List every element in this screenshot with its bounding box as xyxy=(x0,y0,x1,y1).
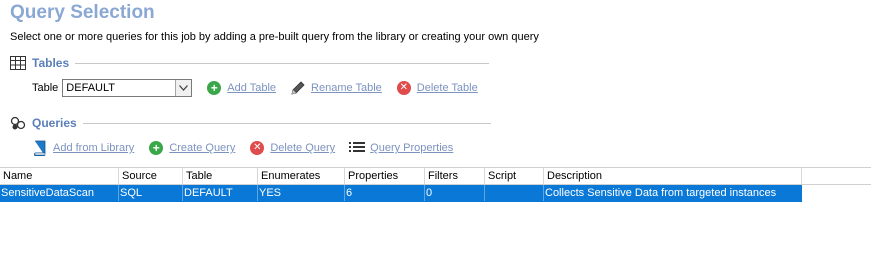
cell-source: SQL xyxy=(119,185,183,201)
section-divider xyxy=(82,122,491,124)
cell-table: DEFAULT xyxy=(183,185,258,201)
pencil-icon xyxy=(290,80,306,96)
grid-header: Name Source Table Enumerates Properties … xyxy=(0,167,871,185)
queries-heading: Queries xyxy=(32,116,77,130)
column-header-table[interactable]: Table xyxy=(183,168,258,184)
column-header-source[interactable]: Source xyxy=(119,168,183,184)
cell-properties: 6 xyxy=(345,185,425,201)
add-from-library-label: Add from Library xyxy=(53,142,135,154)
queries-icon xyxy=(10,115,26,131)
column-header-filler xyxy=(802,168,871,184)
section-divider xyxy=(75,62,490,64)
add-from-library-button[interactable]: Add from Library xyxy=(32,140,134,156)
table-select[interactable]: DEFAULT xyxy=(62,78,193,97)
query-grid: Name Source Table Enumerates Properties … xyxy=(0,167,871,202)
create-query-button[interactable]: + Create Query xyxy=(148,140,235,156)
column-header-script[interactable]: Script xyxy=(485,168,544,184)
table-grid-icon xyxy=(10,55,26,71)
page-title: Query Selection xyxy=(10,2,155,23)
column-header-enumerates[interactable]: Enumerates xyxy=(258,168,345,184)
rename-table-button[interactable]: Rename Table xyxy=(290,80,382,96)
delete-query-label: Delete Query xyxy=(270,142,336,154)
table-controls: Table DEFAULT + Add Table Rename Table ✕… xyxy=(32,77,478,98)
rename-table-label: Rename Table xyxy=(311,81,382,94)
delete-table-label: Delete Table xyxy=(416,81,478,94)
query-actions: Add from Library + Create Query ✕ Delete… xyxy=(32,139,453,157)
tables-heading: Tables xyxy=(32,56,70,70)
cell-description: Collects Sensitive Data from targeted in… xyxy=(545,187,777,199)
table-label: Table xyxy=(32,81,59,94)
create-query-label: Create Query xyxy=(169,142,236,154)
table-select-value: DEFAULT xyxy=(66,81,115,94)
column-header-filters[interactable]: Filters xyxy=(425,168,485,184)
cell-script xyxy=(485,185,544,201)
chevron-down-icon[interactable] xyxy=(175,79,192,96)
delete-table-button[interactable]: ✕ Delete Table xyxy=(396,80,478,96)
column-header-description[interactable]: Description xyxy=(544,168,802,184)
close-circle-icon: ✕ xyxy=(396,80,412,96)
column-header-name[interactable]: Name xyxy=(0,168,119,184)
table-row[interactable]: SensitiveDataScan SQL DEFAULT YES 6 0 Co… xyxy=(0,185,802,202)
delete-query-button[interactable]: ✕ Delete Query xyxy=(249,140,335,156)
queries-section-header: Queries xyxy=(10,115,491,131)
cell-name: SensitiveDataScan xyxy=(0,185,119,201)
plus-circle-icon: + xyxy=(148,140,164,156)
add-table-button[interactable]: + Add Table xyxy=(206,80,276,96)
page-subtitle: Select one or more queries for this job … xyxy=(10,31,539,43)
list-icon xyxy=(349,140,366,156)
column-header-properties[interactable]: Properties xyxy=(345,168,425,184)
cell-enumerates: YES xyxy=(258,185,345,201)
query-properties-label: Query Properties xyxy=(370,142,454,154)
plus-circle-icon: + xyxy=(206,80,222,96)
book-icon xyxy=(32,140,48,156)
query-properties-button[interactable]: Query Properties xyxy=(349,140,453,156)
cell-filters: 0 xyxy=(425,185,485,201)
tables-section-header: Tables xyxy=(10,55,490,71)
close-circle-icon: ✕ xyxy=(249,140,265,156)
add-table-label: Add Table xyxy=(227,81,277,94)
